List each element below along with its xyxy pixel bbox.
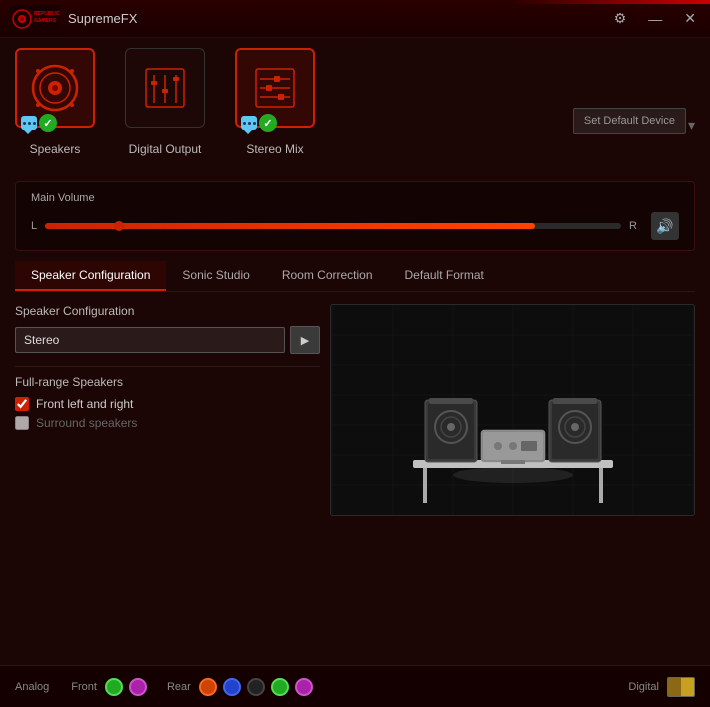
rear-label: Rear (167, 681, 191, 693)
stereo-mix-label: Stereo Mix (246, 142, 303, 156)
front-section: Front (71, 678, 147, 696)
tab-speaker-configuration[interactable]: Speaker Configuration (15, 261, 166, 291)
surround-label: Surround speakers (36, 416, 137, 430)
tab-left-panel: Speaker Configuration Stereo Quadraphoni… (15, 304, 330, 516)
speaker-config-select[interactable]: Stereo Quadraphonic 5.1 Surround 7.1 Sur… (15, 327, 285, 353)
device-speakers[interactable]: ✓ Speakers (15, 48, 95, 156)
device-row: ✓ Speakers Dig (15, 48, 695, 166)
digital-output-label: Digital Output (129, 142, 202, 156)
bottom-bar: Analog Front Rear Digital (0, 665, 710, 707)
stereo-mix-check: ✓ (259, 114, 277, 132)
stereo-mix-icon-box: ✓ (235, 48, 315, 128)
volume-label: Main Volume (31, 192, 679, 204)
test-audio-button[interactable]: ▶ (290, 326, 320, 354)
stereo-mix-status: ✓ (241, 114, 277, 132)
rear-green-connector[interactable] (271, 678, 289, 696)
volume-section: Main Volume L R 🔊 (15, 181, 695, 251)
config-select-row: Stereo Quadraphonic 5.1 Surround 7.1 Sur… (15, 326, 320, 354)
vol-r-label: R (629, 220, 637, 232)
device-stereo-mix[interactable]: ✓ Stereo Mix (235, 48, 315, 156)
svg-text:GAMERS: GAMERS (34, 18, 57, 24)
svg-text:REPUBLIC OF: REPUBLIC OF (34, 11, 60, 17)
digital-label: Digital (628, 681, 659, 693)
front-lr-label[interactable]: Front left and right (36, 397, 133, 411)
rear-section: Rear (167, 678, 313, 696)
speakers-icon-box: ✓ (15, 48, 95, 128)
speakers-svg (28, 61, 82, 115)
tabs-row: Speaker Configuration Sonic Studio Room … (15, 261, 695, 292)
front-pink-connector[interactable] (129, 678, 147, 696)
tab-content: Speaker Configuration Stereo Quadraphoni… (15, 292, 695, 516)
default-device-dropdown-icon[interactable]: ▾ (688, 117, 695, 134)
chat-bubble-stereo (241, 116, 257, 130)
analog-label: Analog (15, 681, 49, 693)
front-label: Front (71, 681, 97, 693)
surround-row: Surround speakers (15, 416, 320, 430)
volume-thumb[interactable] (114, 221, 124, 231)
tab-default-format[interactable]: Default Format (389, 261, 500, 291)
tab-room-correction[interactable]: Room Correction (266, 261, 389, 291)
minimize-button[interactable]: — (644, 9, 666, 29)
speaker-config-section-label: Speaker Configuration (15, 304, 320, 318)
speakers-check: ✓ (39, 114, 57, 132)
rear-pink-connector[interactable] (295, 678, 313, 696)
stereo-mix-svg (248, 61, 302, 115)
rear-blue-connector[interactable] (223, 678, 241, 696)
volume-track[interactable] (45, 223, 621, 229)
surround-checkbox[interactable] (15, 416, 29, 430)
digital-section: Digital (628, 677, 695, 697)
full-range-title: Full-range Speakers (15, 375, 320, 389)
digital-port-icon[interactable] (667, 677, 695, 697)
speakers-label: Speakers (30, 142, 81, 156)
rear-black-connector[interactable] (247, 678, 265, 696)
rog-logo: REPUBLIC OF GAMERS (10, 5, 60, 33)
main-content: ✓ Speakers Dig (0, 38, 710, 707)
front-lr-row: Front left and right (15, 397, 320, 411)
speaker-viz-svg (333, 305, 693, 515)
device-digital-output[interactable]: Digital Output (125, 48, 205, 156)
tab-sonic-studio[interactable]: Sonic Studio (166, 261, 265, 291)
settings-button[interactable]: ⚙ (610, 8, 631, 29)
app-title: SupremeFX (68, 11, 610, 26)
rear-orange-connector[interactable] (199, 678, 217, 696)
vol-l-label: L (31, 220, 37, 232)
full-range-section: Full-range Speakers Front left and right… (15, 366, 320, 430)
front-green-connector[interactable] (105, 678, 123, 696)
front-lr-checkbox[interactable] (15, 397, 29, 411)
digital-output-svg (138, 61, 192, 115)
volume-mute-button[interactable]: 🔊 (651, 212, 679, 240)
close-button[interactable]: ✕ (680, 8, 700, 29)
set-default-device-button[interactable]: Set Default Device (573, 108, 686, 134)
digital-output-icon-box (125, 48, 205, 128)
speakers-status: ✓ (21, 114, 57, 132)
chat-bubble-speakers (21, 116, 37, 130)
window-controls: ⚙ — ✕ (610, 8, 700, 29)
titlebar: REPUBLIC OF GAMERS SupremeFX ⚙ — ✕ (0, 0, 710, 38)
speaker-visualization (330, 304, 695, 516)
